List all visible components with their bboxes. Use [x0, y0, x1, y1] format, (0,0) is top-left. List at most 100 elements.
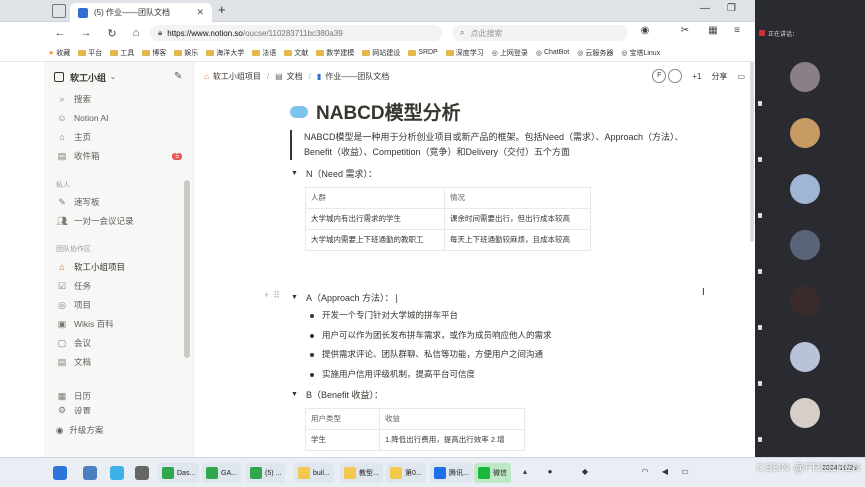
mic-icon[interactable]: ● [545, 467, 555, 477]
scissors-icon[interactable]: ✂ [678, 25, 692, 39]
participant-tile[interactable] [755, 224, 865, 280]
participant-tile[interactable] [755, 336, 865, 392]
table-cell[interactable]: 大学城内需要上下班通勤的教职工 [305, 229, 445, 251]
taskbar-app[interactable]: buil... [294, 463, 334, 483]
bookmark-folder[interactable]: 娱乐 [174, 48, 198, 58]
url-input[interactable]: 🔒︎ https://www.notion.so /oucse/11028371… [150, 25, 442, 41]
bookmark-link[interactable]: ◎ 上网登录 [492, 48, 528, 58]
taskbar-app[interactable]: 教型... [340, 463, 383, 483]
participant-tile[interactable] [755, 168, 865, 224]
sidebar-item-projects[interactable]: ◎ 项目 [44, 296, 192, 314]
toggle-benefit[interactable]: ▼ B（Benefit 收益）： [291, 388, 383, 401]
start-icon[interactable] [53, 466, 67, 480]
wifi-icon[interactable]: ◠ [640, 467, 650, 477]
tray-icon[interactable]: ▴ [520, 467, 530, 477]
menu-icon[interactable]: ≡ [730, 25, 744, 39]
table-cell[interactable]: 人群 [305, 187, 445, 209]
browser-tab[interactable]: (5) 作业——团队文档 ✕ [70, 3, 212, 22]
toggle-triangle-icon[interactable]: ▼ [291, 294, 298, 301]
new-tab-button[interactable]: + [218, 2, 226, 17]
sidebar-item-home[interactable]: ⌂ 主页 [44, 128, 192, 146]
taskbar-app[interactable]: 微信 [474, 463, 511, 483]
home-icon[interactable]: ⌂ [126, 27, 146, 39]
list-item[interactable]: 开发一个专门针对大学城的拼车平台 [310, 306, 552, 326]
table-cell[interactable]: 情况 [444, 187, 591, 209]
share-button[interactable]: 分享 [711, 71, 727, 82]
bookmark-folder[interactable]: SRDP [408, 49, 438, 56]
calculator-icon[interactable] [135, 466, 149, 480]
table-cell[interactable]: 课余时间需要出行，但出行成本较高 [444, 208, 591, 230]
search-input[interactable]: ⌕ 点此搜索 [452, 25, 628, 41]
taskbar-app[interactable]: 腾讯... [430, 463, 473, 483]
new-page-icon[interactable]: ✎ [174, 71, 182, 82]
extensions-icon[interactable]: ▦ [706, 25, 720, 39]
quote-block[interactable]: NABCD模型是一种用于分析创业项目或新产品的框架。包括Need（需求）、App… [290, 130, 700, 160]
sidebar-item-tasks[interactable]: ☑ 任务 [44, 277, 192, 295]
tab-close-icon[interactable]: ✕ [196, 7, 204, 18]
sidebar-item-meetings[interactable]: ▢ 会议 [44, 334, 192, 352]
sidebar-item-calendar[interactable]: ▦ 日历 [44, 387, 192, 405]
upgrade-plan-button[interactable]: ◉ 升级方案 [56, 424, 103, 436]
taskbar-app[interactable]: GA... [202, 463, 241, 483]
list-item[interactable]: 提供需求评论、团队群聊、私信等功能，方便用户之间沟通 [310, 345, 552, 365]
tab-actions-icon[interactable] [52, 4, 66, 18]
breadcrumb-project[interactable]: ⌂ 软工小组项目 [204, 71, 261, 82]
sidebar-item-project[interactable]: ⌂ 软工小组项目 [44, 258, 192, 276]
battery-icon[interactable]: ▭ [680, 467, 690, 477]
list-item[interactable]: 用户可以作为团长发布拼车需求，或作为成员响应他人的需求 [310, 326, 552, 346]
browser-edge-icon[interactable] [110, 466, 124, 480]
participant-tile[interactable] [755, 392, 865, 448]
sidebar-item-scratchpad[interactable]: ✎ 速写板 [44, 193, 192, 211]
bookmark-folder[interactable]: 平台 [78, 48, 102, 58]
sidebar-item-settings[interactable]: ⚙ 设置 [44, 405, 192, 414]
block-drag-handle[interactable]: +⠿ [264, 290, 284, 301]
toggle-triangle-icon[interactable]: ▼ [291, 170, 298, 177]
bookmark-folder[interactable]: 网站建设 [362, 48, 400, 58]
table-cell[interactable]: 大学城内有出行需求的学生 [305, 208, 445, 230]
table-cell[interactable]: 用户类型 [305, 408, 380, 430]
toggle-triangle-icon[interactable]: ▼ [291, 391, 298, 398]
tray-icon[interactable]: ◆ [580, 467, 590, 477]
workspace-switcher[interactable]: 软工小组 ⌄ [44, 68, 116, 86]
table-cell[interactable]: 学生 [305, 429, 380, 451]
participant-tile[interactable] [755, 112, 865, 168]
taskbar-app[interactable]: 第0... [386, 463, 426, 483]
bookmark-folder[interactable]: 博客 [142, 48, 166, 58]
maximize-icon[interactable]: ❐ [727, 3, 736, 14]
sidebar-item-notion-ai[interactable]: ☺ Notion AI [44, 109, 192, 127]
taskbar-app[interactable]: Das... [158, 463, 200, 483]
page-title[interactable]: NABCD模型分析 [290, 98, 461, 125]
minimize-icon[interactable]: — [700, 3, 710, 14]
bookmark-folder[interactable]: 文献 [284, 48, 308, 58]
sidebar-scrollbar[interactable] [184, 180, 190, 358]
ai-assistant-icon[interactable]: ◉ [638, 25, 652, 39]
sidebar-item-search[interactable]: ⌕ 搜索 [44, 90, 192, 108]
list-item[interactable]: 实施用户信用评级机制，提高平台可信度 [310, 365, 552, 385]
table-cell[interactable]: 1.降低出行费用，提高出行效率 2.增 [379, 429, 525, 451]
bookmark-folder[interactable]: 深度学习 [445, 48, 484, 58]
toggle-approach[interactable]: ▼ A（Approach 方法）： | [291, 291, 398, 304]
sidebar-item-one-on-one[interactable]: 👥︎ 一对一会议记录 [44, 212, 192, 230]
taskbar-app[interactable]: (5) ... [246, 463, 286, 483]
breadcrumb-docs[interactable]: ▤ 文档 [275, 71, 303, 82]
forward-icon[interactable]: → [76, 27, 96, 39]
scrollbar-thumb[interactable] [750, 62, 754, 242]
table-cell[interactable]: 收益 [379, 408, 525, 430]
bookmark-link[interactable]: ◎ ChatBot [536, 49, 569, 57]
participant-tile[interactable] [755, 280, 865, 336]
reload-icon[interactable]: ↻ [102, 27, 122, 40]
bookmark-folder[interactable]: 数学建模 [316, 48, 354, 58]
toggle-need[interactable]: ▼ N（Need 需求）： [291, 167, 377, 180]
bookmark-folder[interactable]: 法语 [252, 48, 276, 58]
files-icon[interactable] [83, 466, 97, 480]
collaborator-avatar[interactable] [668, 69, 683, 83]
bookmark-folder[interactable]: 工具 [110, 48, 134, 58]
participant-tile[interactable] [755, 56, 865, 112]
breadcrumb-page[interactable]: ▮ 作业——团队文档 [317, 71, 389, 82]
bookmark-link[interactable]: ◎ 云服务器 [577, 48, 613, 58]
bookmark-folder[interactable]: 海洋大学 [206, 48, 244, 58]
collaborator-avatar[interactable]: F [652, 69, 667, 83]
table-cell[interactable]: 每天上下班通勤较麻烦，且成本较高 [444, 229, 591, 251]
sidebar-item-wikis[interactable]: ▣ Wikis 百科 [44, 315, 192, 333]
volume-icon[interactable]: ◀ [660, 467, 670, 477]
